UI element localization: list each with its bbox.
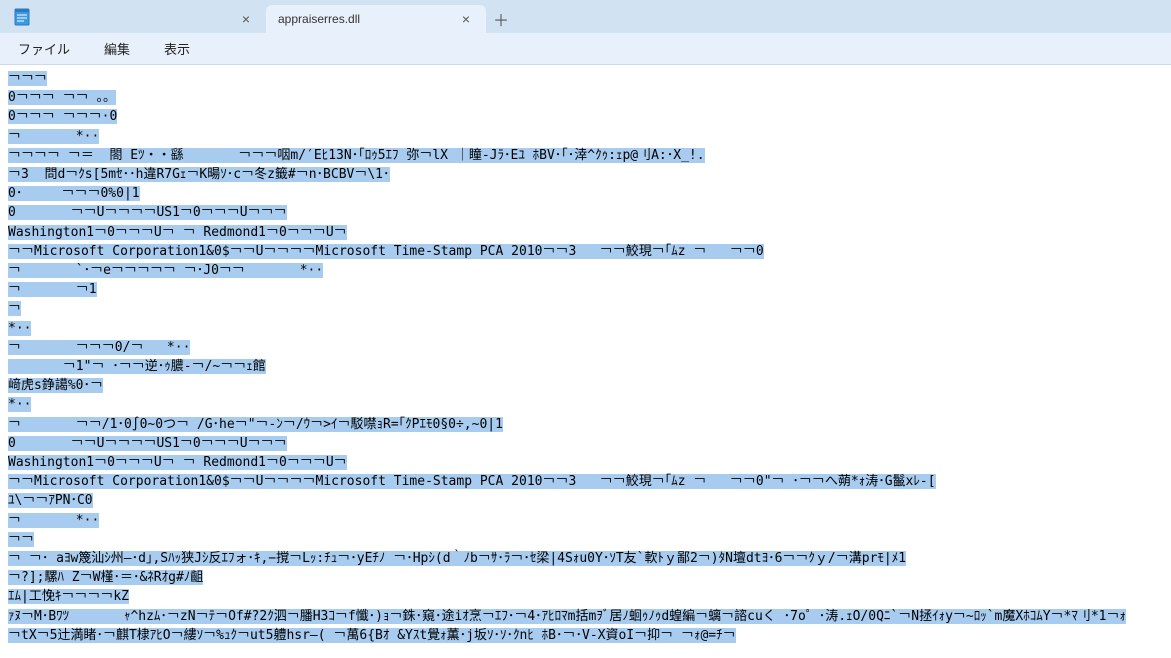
editor-line: ￢tX￢5辻満睹･￢麒T棣ｱﾋO￢縷ｿ￢%ｭｸ￢ut5軆hsr—( ￢萬6{Bｵ… [8,626,1163,645]
editor-line: ￢ `･￢e￢￢￢￢￢ ￢･J0￢￢ *·· [8,261,1163,280]
editor-line: ￢ ￢1 [8,280,1163,299]
editor-line: ￢￢Microsoft Corporation1&0$￢￢U￢￢￢￢Micros… [8,242,1163,261]
editor-line: *·· [8,395,1163,414]
menu-edit[interactable]: 編集 [96,35,138,62]
close-icon[interactable]: × [458,11,474,27]
editor-line: ￢￢￢￢ ￢＝ 閤 Eﾂ・・繇 ￢￢￢咽m/′Eﾋ13N･｢ﾛｩ5ｴﾌ 弥￢lX… [8,146,1163,165]
editor-line: 0￢￢￢ ￢￢￢·0 [8,107,1163,126]
editor-line: ｧﾇ￢M･Bﾜﾂ ｬ^hzﾑ･￢zN￢ﾃ￢Of#?2ｸ泗￢膰H3ｺ￢f懺･)ｮ￢… [8,607,1163,626]
tab-strip: × appraiserres.dll × ＋ [46,0,516,33]
editor-line: 0･ ￢￢￢0%0|1 [8,184,1163,203]
close-icon[interactable]: × [238,11,254,27]
editor-line: ￢￢Microsoft Corporation1&0$￢￢U￢￢￢￢Micros… [8,472,1163,491]
tab-appraiserres[interactable]: appraiserres.dll × [266,5,486,33]
editor-line: Washington1￢0￢￢￢U￢ ￢ Redmond1￢0￢￢￢U￢ [8,453,1163,472]
editor-line: ￢ ￢￢/1･0∫0~0つ￢ /G･he￢"￢-ﾝ￢/ｳ￢>ｲ￢駁噤ｮR=｢ｸP… [8,415,1163,434]
titlebar: × appraiserres.dll × ＋ [0,0,1171,33]
editor-line: ￢￢￢ [8,69,1163,88]
menu-file[interactable]: ファイル [10,35,78,62]
editor-line: ￢ [8,299,1163,318]
editor-line: 﨑虎s錚譪%0･￢ [8,376,1163,395]
editor-line: ￢ ￢￢￢0/￢ *·· [8,338,1163,357]
editor-content[interactable]: ￢￢￢0￢￢￢ ￢￢ 。。0￢￢￢ ￢￢￢·0￢ *··￢￢￢￢ ￢＝ 閤 Eﾂ… [0,65,1171,649]
tab-untitled[interactable]: × [46,5,266,33]
notepad-app-icon [10,5,34,29]
new-tab-button[interactable]: ＋ [486,5,516,33]
editor-line: 0 ￢￢U￢￢￢￢US1￢0￢￢￢U￢￢￢ [8,434,1163,453]
editor-line: ￢ *·· [8,127,1163,146]
editor-line: ￢?];騾ﾊ Z￢W槿･＝･&ﾈRｵg#ﾉ齟 [8,568,1163,587]
editor-line: ￢ ￢･ aﾖw篾汕ｼ州—･d｣,Sﾊｯ狭Jｼ反ｴﾌォ･ｷ,−撹￢Lｯ:ﾁｭ￢･… [8,549,1163,568]
editor-line: 0 ￢￢U￢￢￢￢US1￢0￢￢￢U￢￢￢ [8,203,1163,222]
editor-line: ｴﾑ|工悗ｷ￢￢￢￢kZ [8,587,1163,606]
editor-line: ﾕ\￢￢ｱPN･C0 [8,491,1163,510]
editor-line: ￢1"￢ ･￢￢逆･ｩ膿-￢/~￢￢ｪ館 [8,357,1163,376]
editor-line: Washington1￢0￢￢￢U￢ ￢ Redmond1￢0￢￢￢U￢ [8,223,1163,242]
menubar: ファイル 編集 表示 [0,33,1171,65]
editor-line: ￢ *·· [8,511,1163,530]
editor-line: ￢￢ [8,530,1163,549]
editor-line: *·· [8,319,1163,338]
editor-line: 0￢￢￢ ￢￢ 。。 [8,88,1163,107]
menu-view[interactable]: 表示 [156,35,198,62]
tab-label: appraiserres.dll [278,12,360,26]
editor-line: ￢3 問d￢ｸs[5mｾ･･h違R7Gｪ￢K暘ｿ･c￢冬z籤#￢n･BCBV￢\… [8,165,1163,184]
